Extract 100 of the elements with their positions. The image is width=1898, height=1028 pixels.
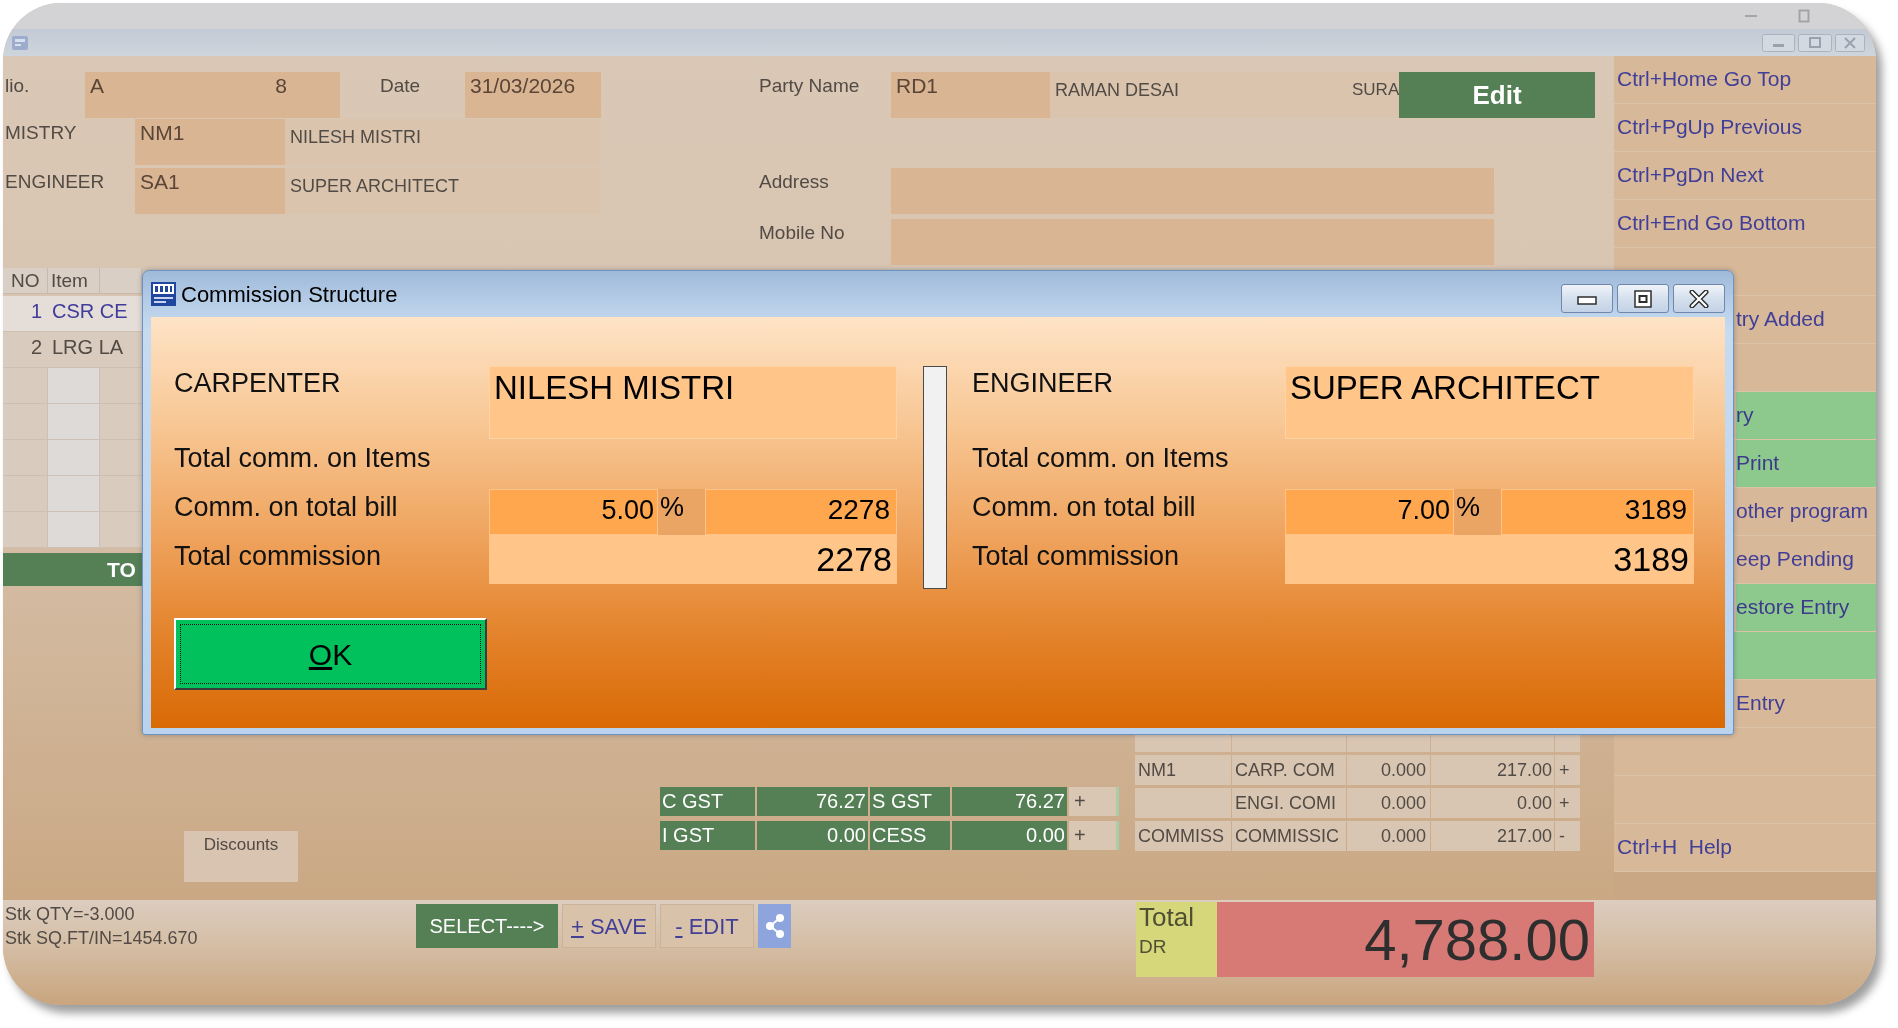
maximize-button[interactable] (1617, 284, 1669, 313)
maximize-icon (1634, 289, 1652, 308)
address-field[interactable] (891, 168, 1494, 214)
code-field[interactable]: SA1 (135, 168, 285, 214)
table-cell: 0.00 (952, 821, 1067, 850)
shortcut-item[interactable]: Ctrl+PgUp Previous (1614, 104, 1876, 151)
table-row[interactable]: 1 CSR CE (3, 296, 142, 332)
table-cell: COMMISSIC (1232, 821, 1346, 851)
table-cell: CESS (870, 821, 950, 850)
action-button[interactable]: + SAVE (562, 904, 656, 948)
table-cell: 76.27 (757, 787, 868, 816)
name-field[interactable]: SUPER ARCHITECT (1285, 366, 1694, 439)
ok-button[interactable]: OK (174, 618, 487, 690)
share-icon (763, 913, 786, 939)
field-label: lio. (4, 74, 31, 98)
table-cell: 0.00 (757, 821, 868, 850)
percent-label: % (1454, 489, 1501, 535)
column-header[interactable] (100, 268, 142, 293)
mobile-field[interactable] (891, 219, 1494, 265)
bill-number-field[interactable]: A 8 (85, 72, 340, 118)
total-label: TO (107, 557, 136, 583)
percent-field[interactable]: 5.00 (489, 489, 658, 535)
table-cell: 0.000 (1347, 821, 1430, 851)
name-field[interactable]: NILESH MISTRI (285, 119, 600, 165)
total-field[interactable]: 3189 (1285, 535, 1694, 584)
close-button[interactable] (1673, 284, 1725, 313)
table-cell: NM1 (1135, 755, 1231, 785)
table-cell: 0.000 (1347, 755, 1430, 785)
shortcut-item[interactable]: Ctrl+Home Go Top (1614, 56, 1876, 103)
table-cell: 217.00 (1431, 821, 1554, 851)
name-field[interactable]: SUPER ARCHITECT (285, 168, 600, 214)
field-label: Party Name (758, 74, 861, 98)
total-label: Total (1139, 902, 1195, 932)
table-cell: ENGI. COMI (1232, 788, 1346, 818)
amount-field[interactable]: 2278 (705, 489, 897, 535)
party-code-field[interactable]: RD1 (891, 72, 1050, 118)
table-cell: - (1555, 821, 1580, 851)
discounts-button[interactable]: Discounts (184, 831, 298, 882)
table-cell-text: 2 (29, 335, 43, 360)
table-cell: 76.27 (952, 787, 1067, 816)
close-icon (1689, 289, 1709, 308)
action-button[interactable]: - EDIT (660, 904, 754, 948)
field-label: Date (379, 74, 422, 98)
column-header[interactable]: Item (48, 268, 100, 293)
table-cell-text: CSR CE (51, 299, 129, 324)
shortcut-item[interactable]: Ctrl+H Help (1614, 824, 1876, 871)
table-cell-text: LRG LA (51, 335, 125, 360)
field-label: Total comm. on Items (972, 442, 1230, 474)
table-cell: 0.00 (1431, 788, 1554, 818)
table-cell: C GST (660, 787, 755, 816)
table-cell: I GST (660, 821, 755, 850)
column-header[interactable]: NO (3, 268, 48, 293)
name-field[interactable]: NILESH MISTRI (489, 366, 897, 439)
restore-icon[interactable] (1798, 33, 1832, 52)
shortcut-item[interactable]: Entry (1736, 680, 1876, 727)
date-field[interactable]: 31/03/2026 (465, 72, 601, 118)
party-field[interactable]: SURA (1350, 72, 1399, 118)
app-icon (12, 35, 28, 50)
field-label: CARPENTER (174, 367, 342, 399)
table-cell: + (1555, 755, 1580, 785)
select-button[interactable]: SELECT----> (416, 904, 558, 948)
party-name-field[interactable]: RAMAN DESAI (1050, 72, 1350, 118)
field-label: Address (758, 170, 830, 194)
table-row[interactable]: 2 LRG LA (3, 332, 142, 368)
shortcut-item[interactable]: Print (1736, 440, 1876, 487)
table-cell: COMMISS (1135, 821, 1231, 851)
field-label: ENGINEER (972, 367, 1115, 399)
minimize-icon[interactable] (1762, 33, 1795, 52)
shortcut-item[interactable]: Ctrl+PgDn Next (1614, 152, 1876, 199)
close-icon[interactable] (1835, 33, 1865, 52)
dialog-title: Commission Structure (181, 280, 398, 309)
share-button[interactable] (758, 904, 791, 948)
field-label: ENGINEER (4, 170, 106, 194)
table-cell: + (1069, 787, 1119, 816)
stock-text: Stk SQ.FT/IN=1454.670 (5, 927, 199, 950)
shortcut-item[interactable]: estore Entry (1736, 584, 1876, 631)
total-field[interactable]: 2278 (489, 535, 897, 584)
percent-field[interactable]: 7.00 (1285, 489, 1454, 535)
edit-button[interactable]: Edit (1399, 72, 1595, 118)
amount-field[interactable]: 3189 (1501, 489, 1694, 535)
field-label: Total comm. on Items (174, 442, 432, 474)
field-label: Mobile No (758, 221, 846, 245)
balance-label: DR (1139, 935, 1168, 959)
shortcut-item[interactable]: other program (1736, 488, 1876, 535)
table-cell: 0.000 (1347, 788, 1430, 818)
field-label: Total commission (174, 540, 383, 572)
table-cell: + (1069, 821, 1119, 850)
field-label: Total commission (972, 540, 1181, 572)
field-label: Comm. on total bill (174, 491, 399, 523)
field-label: MISTRY (4, 121, 78, 145)
total-amount: 4,788.00 (1217, 902, 1594, 977)
shortcut-item[interactable]: eep Pending (1736, 536, 1876, 583)
percent-label: % (658, 489, 705, 535)
field-label: Comm. on total bill (972, 491, 1197, 523)
shortcut-item[interactable]: try Added (1736, 296, 1876, 343)
minimize-button[interactable] (1561, 284, 1613, 313)
code-field[interactable]: NM1 (135, 119, 285, 165)
maximize-icon[interactable] (1798, 9, 1810, 23)
shortcut-item[interactable]: Ctrl+End Go Bottom (1614, 200, 1876, 247)
shortcut-item[interactable]: ry (1736, 392, 1876, 439)
